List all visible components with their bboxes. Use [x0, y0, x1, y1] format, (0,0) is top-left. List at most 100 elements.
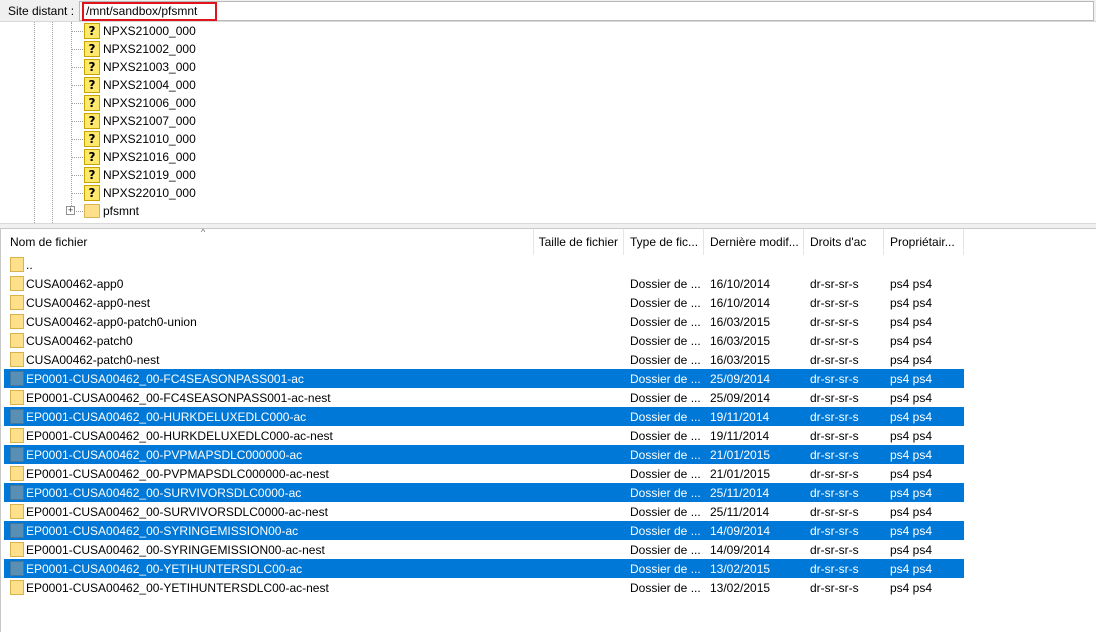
- file-type-cell: Dossier de ...: [630, 372, 701, 386]
- tree-branch-line: [71, 49, 83, 50]
- file-row[interactable]: CUSA00462-app0-nest Dossier de ... 16/10/2…: [4, 293, 964, 312]
- file-row[interactable]: CUSA00462-app0 Dossier de ... 16/10/2014 dr…: [4, 274, 964, 293]
- question-folder-icon: ?: [84, 149, 100, 165]
- file-owner-cell: ps4 ps4: [890, 429, 933, 443]
- folder-icon: [84, 204, 100, 218]
- file-row[interactable]: EP0001-CUSA00462_00-SURVIVORSDLC0000-ac-…: [4, 502, 964, 521]
- folder-icon: [10, 352, 24, 367]
- folder-icon: [10, 428, 24, 443]
- file-modified-cell: 25/11/2014: [710, 486, 770, 500]
- file-permissions-cell: dr-sr-sr-s: [810, 353, 859, 367]
- folder-icon: [10, 276, 24, 291]
- file-row[interactable]: EP0001-CUSA00462_00-SYRINGEMISSION00-ac-…: [4, 540, 964, 559]
- file-row[interactable]: EP0001-CUSA00462_00-SYRINGEMISSION00-ac D…: [4, 521, 964, 540]
- column-modified-label: Dernière modif...: [710, 235, 799, 249]
- file-modified-cell: 19/11/2014: [710, 410, 770, 424]
- file-row[interactable]: CUSA00462-patch0-nest Dossier de ... 16/03…: [4, 350, 964, 369]
- tree-branch-line: [71, 193, 83, 194]
- file-modified-cell: 14/09/2014: [710, 543, 771, 557]
- tree-node-label: NPXS21019_000: [103, 168, 196, 182]
- tree-branch-line: [71, 139, 83, 140]
- tree-node-label: NPXS22010_000: [103, 186, 196, 200]
- column-header-modified[interactable]: Dernière modif...: [704, 229, 804, 255]
- file-name-cell: EP0001-CUSA00462_00-FC4SEASONPASS001-ac: [26, 372, 304, 386]
- tree-branch-line: [71, 85, 83, 86]
- tree-node-label: NPXS21002_000: [103, 42, 196, 56]
- expand-icon[interactable]: +: [66, 206, 75, 215]
- tree-branch-line: [71, 67, 83, 68]
- question-folder-icon: ?: [84, 41, 100, 57]
- file-row[interactable]: CUSA00462-app0-patch0-union Dossier de ..…: [4, 312, 964, 331]
- column-header-owner[interactable]: Propriétair...: [884, 229, 964, 255]
- question-folder-icon: ?: [84, 95, 100, 111]
- file-row[interactable]: EP0001-CUSA00462_00-YETIHUNTERSDLC00-ac-…: [4, 578, 964, 597]
- column-header-permissions[interactable]: Droits d'ac: [804, 229, 884, 255]
- folder-icon: [10, 390, 24, 405]
- file-modified-cell: 16/10/2014: [710, 296, 771, 310]
- folder-icon: [10, 542, 24, 557]
- file-row[interactable]: EP0001-CUSA00462_00-YETIHUNTERSDLC00-ac D…: [4, 559, 964, 578]
- file-permissions-cell: dr-sr-sr-s: [810, 277, 859, 291]
- file-name-cell: EP0001-CUSA00462_00-FC4SEASONPASS001-ac-…: [26, 391, 331, 405]
- file-type-cell: Dossier de ...: [630, 353, 701, 367]
- file-permissions-cell: dr-sr-sr-s: [810, 296, 859, 310]
- remote-directory-tree[interactable]: ? NPXS21000_000? NPXS21002_000? NPXS21003_0…: [0, 22, 1096, 223]
- file-row[interactable]: EP0001-CUSA00462_00-SURVIVORSDLC0000-ac D…: [4, 483, 964, 502]
- tree-branch-line: [71, 175, 83, 176]
- file-row[interactable]: EP0001-CUSA00462_00-HURKDELUXEDLC000-ac-…: [4, 426, 964, 445]
- folder-icon: [10, 466, 24, 481]
- column-header-size[interactable]: Taille de fichier: [534, 229, 624, 255]
- remote-site-bar: Site distant : /mnt/sandbox/pfsmnt: [0, 0, 1096, 22]
- file-owner-cell: ps4 ps4: [890, 562, 933, 576]
- file-name-cell: EP0001-CUSA00462_00-SYRINGEMISSION00-ac: [26, 524, 299, 538]
- folder-icon: [10, 371, 24, 386]
- file-name-cell: ..: [26, 258, 33, 272]
- file-name-cell: EP0001-CUSA00462_00-HURKDELUXEDLC000-ac: [26, 410, 307, 424]
- file-name-cell: EP0001-CUSA00462_00-HURKDELUXEDLC000-ac-…: [26, 429, 333, 443]
- file-name-cell: CUSA00462-patch0-nest: [26, 353, 160, 367]
- file-modified-cell: 25/11/2014: [710, 505, 770, 519]
- remote-file-list[interactable]: Nom de fichier ^ Taille de fichier Type …: [0, 229, 1096, 632]
- question-folder-icon: ?: [84, 77, 100, 93]
- file-row[interactable]: EP0001-CUSA00462_00-HURKDELUXEDLC000-ac D…: [4, 407, 964, 426]
- file-owner-cell: ps4 ps4: [890, 505, 933, 519]
- file-type-cell: Dossier de ...: [630, 448, 701, 462]
- file-modified-cell: 19/11/2014: [710, 429, 770, 443]
- folder-icon: [10, 504, 24, 519]
- file-row[interactable]: CUSA00462-patch0 Dossier de ... 16/03/2015…: [4, 331, 964, 350]
- file-type-cell: Dossier de ...: [630, 486, 701, 500]
- file-modified-cell: 25/09/2014: [710, 391, 771, 405]
- file-permissions-cell: dr-sr-sr-s: [810, 581, 859, 595]
- file-type-cell: Dossier de ...: [630, 315, 701, 329]
- file-permissions-cell: dr-sr-sr-s: [810, 372, 859, 386]
- file-modified-cell: 13/02/2015: [710, 581, 771, 595]
- sort-ascending-icon: ^: [201, 229, 206, 237]
- column-size-label: Taille de fichier: [538, 235, 618, 249]
- folder-icon: [10, 561, 24, 576]
- column-header-name[interactable]: Nom de fichier ^: [1, 229, 534, 255]
- remote-path-input[interactable]: /mnt/sandbox/pfsmnt: [79, 1, 1094, 21]
- file-row[interactable]: EP0001-CUSA00462_00-PVPMAPSDLC000000-ac-…: [4, 464, 964, 483]
- file-row[interactable]: EP0001-CUSA00462_00-PVPMAPSDLC000000-ac D…: [4, 445, 964, 464]
- file-row[interactable]: ..: [4, 255, 964, 274]
- tree-node-label: NPXS21007_000: [103, 114, 196, 128]
- file-name-cell: EP0001-CUSA00462_00-YETIHUNTERSDLC00-ac: [26, 562, 303, 576]
- file-name-cell: EP0001-CUSA00462_00-SYRINGEMISSION00-ac-…: [26, 543, 325, 557]
- file-owner-cell: ps4 ps4: [890, 467, 933, 481]
- tree-node-label: pfsmnt: [103, 204, 140, 218]
- tree-branch-line: [71, 157, 83, 158]
- file-permissions-cell: dr-sr-sr-s: [810, 467, 859, 481]
- column-header-type[interactable]: Type de fic...: [624, 229, 704, 255]
- file-permissions-cell: dr-sr-sr-s: [810, 334, 859, 348]
- file-owner-cell: ps4 ps4: [890, 581, 933, 595]
- folder-icon: [10, 314, 24, 329]
- file-modified-cell: 21/01/2015: [710, 448, 771, 462]
- file-name-cell: CUSA00462-patch0: [26, 334, 133, 348]
- file-owner-cell: ps4 ps4: [890, 448, 933, 462]
- file-owner-cell: ps4 ps4: [890, 296, 933, 310]
- file-row[interactable]: EP0001-CUSA00462_00-FC4SEASONPASS001-ac D…: [4, 369, 964, 388]
- file-row[interactable]: EP0001-CUSA00462_00-FC4SEASONPASS001-ac-…: [4, 388, 964, 407]
- file-type-cell: Dossier de ...: [630, 467, 701, 481]
- file-type-cell: Dossier de ...: [630, 505, 701, 519]
- folder-icon: [10, 257, 24, 272]
